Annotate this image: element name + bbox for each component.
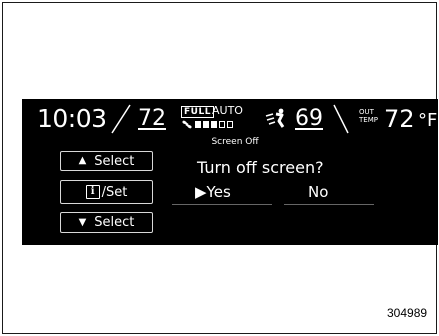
fan-auto-label: AUTO <box>212 104 243 117</box>
outside-temp-label: OUT TEMP <box>359 108 378 124</box>
select-up-label: Select <box>94 153 135 169</box>
fan-bar <box>195 121 201 128</box>
status-bar: 10:03 72 FULL AUTO 69 OUT TEMP 72 °F <box>22 99 438 137</box>
dialog-prompt: Turn off screen? <box>197 158 324 177</box>
fan-icon <box>182 120 192 129</box>
airflow-mode-icon[interactable] <box>264 108 288 130</box>
infotainment-screen: 10:03 72 FULL AUTO 69 OUT TEMP 72 °F Scr… <box>22 99 438 245</box>
select-down-label: Select <box>94 215 135 230</box>
fan-status[interactable]: FULL AUTO <box>181 104 261 132</box>
driver-temp[interactable]: 72 <box>138 106 166 132</box>
option-divider <box>284 204 374 205</box>
fan-bar <box>219 121 225 128</box>
no-label: No <box>308 183 329 201</box>
choice-row: ▶Yes No <box>22 182 438 205</box>
select-up-button[interactable]: ▲ Select <box>60 151 153 171</box>
dialog-header: Screen Off <box>211 137 259 147</box>
selection-arrow-icon: ▶ <box>195 183 207 201</box>
outside-temp-value: 72 <box>384 105 415 133</box>
fan-mode-badge: FULL <box>181 106 214 118</box>
divider-slash <box>333 104 349 134</box>
fan-level-bars <box>195 121 233 128</box>
divider-slash <box>111 104 131 134</box>
option-divider <box>172 204 272 205</box>
outside-temp-label-line2: TEMP <box>359 116 378 124</box>
fan-bar <box>203 121 209 128</box>
passenger-temp[interactable]: 69 <box>295 106 323 132</box>
fan-bar <box>211 121 217 128</box>
yes-label: Yes <box>206 183 231 201</box>
no-option[interactable]: No <box>308 182 328 202</box>
fan-bar <box>227 121 233 128</box>
figure-reference-number: 304989 <box>387 306 428 320</box>
outside-temp-label-line1: OUT <box>359 108 374 116</box>
clock: 10:03 <box>37 104 107 133</box>
triangle-up-icon: ▲ <box>78 155 87 166</box>
outside-temp-unit: °F <box>418 110 438 131</box>
select-down-button[interactable]: ▼ Select <box>60 212 153 233</box>
yes-option[interactable]: ▶Yes <box>195 182 231 202</box>
triangle-down-icon: ▼ <box>78 216 87 228</box>
